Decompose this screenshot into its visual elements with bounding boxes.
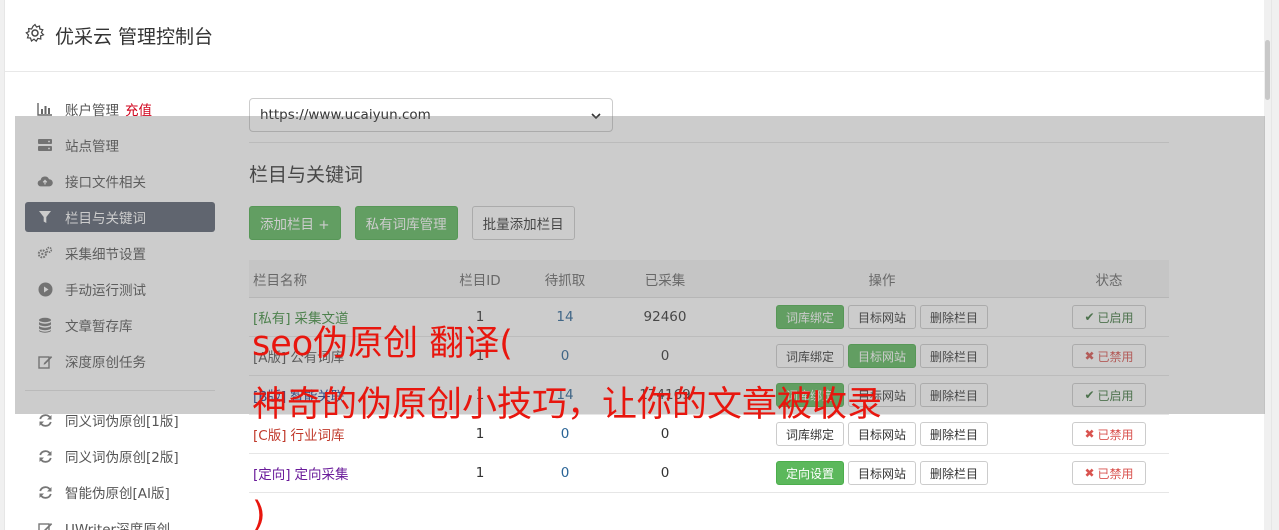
column-wait: 0 bbox=[560, 465, 570, 481]
edit-icon bbox=[37, 520, 53, 530]
column-status: ✖ 已禁用 bbox=[1049, 461, 1169, 485]
status-toggle[interactable]: ✖ 已禁用 bbox=[1072, 422, 1146, 446]
sidebar-item-label: 智能伪原创[AI版] bbox=[65, 486, 170, 502]
delete-column-button[interactable]: 删除栏目 bbox=[920, 422, 989, 446]
scrollbar-thumb[interactable] bbox=[1265, 40, 1270, 100]
bind-lib-button[interactable]: 定向设置 bbox=[775, 461, 844, 485]
sidebar-item-uwriter[interactable]: UWriter深度原创 bbox=[25, 513, 215, 530]
refresh-icon bbox=[37, 412, 53, 428]
sidebar-item-ai-rewrite[interactable]: 智能伪原创[AI版] bbox=[25, 477, 215, 507]
column-tag: [定向] bbox=[253, 467, 291, 483]
refresh-icon bbox=[37, 484, 53, 500]
column-wait: 0 bbox=[560, 426, 570, 442]
column-done: 0 bbox=[660, 426, 670, 442]
column-name-text: 定向采集 bbox=[294, 467, 349, 483]
column-ops: 定向设置 目标网站 删除栏目 bbox=[715, 461, 1049, 485]
close-icon: ✖ bbox=[1084, 466, 1095, 480]
scrollbar[interactable] bbox=[1264, 0, 1271, 530]
watermark-line-1: seo伪原创 翻译( bbox=[252, 324, 513, 364]
column-id: 1 bbox=[475, 465, 485, 481]
page-header: 优采云 管理控制台 bbox=[5, 0, 1271, 72]
column-name-text: 行业词库 bbox=[290, 428, 345, 444]
status-label: 已禁用 bbox=[1097, 427, 1134, 442]
sidebar-item-synonym-v2[interactable]: 同义词伪原创[2版] bbox=[25, 441, 215, 471]
sidebar-item-label: 同义词伪原创[2版] bbox=[65, 450, 179, 466]
close-icon: ✖ bbox=[1084, 427, 1095, 441]
watermark-line-3: ) bbox=[252, 495, 266, 530]
column-id: 1 bbox=[475, 426, 485, 442]
page-title: 优采云 管理控制台 bbox=[55, 26, 214, 48]
watermark-line-2: 神奇的伪原创小技巧，让你的文章被收录 bbox=[252, 385, 883, 425]
status-toggle[interactable]: ✖ 已禁用 bbox=[1072, 461, 1146, 485]
column-name[interactable]: [定向] 定向采集 bbox=[249, 463, 445, 483]
refresh-icon bbox=[37, 448, 53, 464]
sidebar-item-label: UWriter深度原创 bbox=[65, 522, 171, 530]
table-row: [定向] 定向采集 1 0 0 定向设置 目标网站 删除栏目 ✖ 已禁用 bbox=[249, 454, 1169, 493]
column-status: ✖ 已禁用 bbox=[1049, 422, 1169, 446]
delete-column-button[interactable]: 删除栏目 bbox=[920, 461, 989, 485]
column-name[interactable]: [C版] 行业词库 bbox=[249, 424, 445, 444]
column-tag: [C版] bbox=[253, 428, 287, 444]
bar-chart-icon bbox=[37, 101, 53, 117]
column-done: 0 bbox=[660, 465, 670, 481]
status-label: 已禁用 bbox=[1097, 466, 1134, 481]
target-site-button[interactable]: 目标网站 bbox=[847, 461, 916, 485]
watermark-overlay bbox=[15, 116, 1265, 414]
gear-icon bbox=[25, 23, 45, 43]
